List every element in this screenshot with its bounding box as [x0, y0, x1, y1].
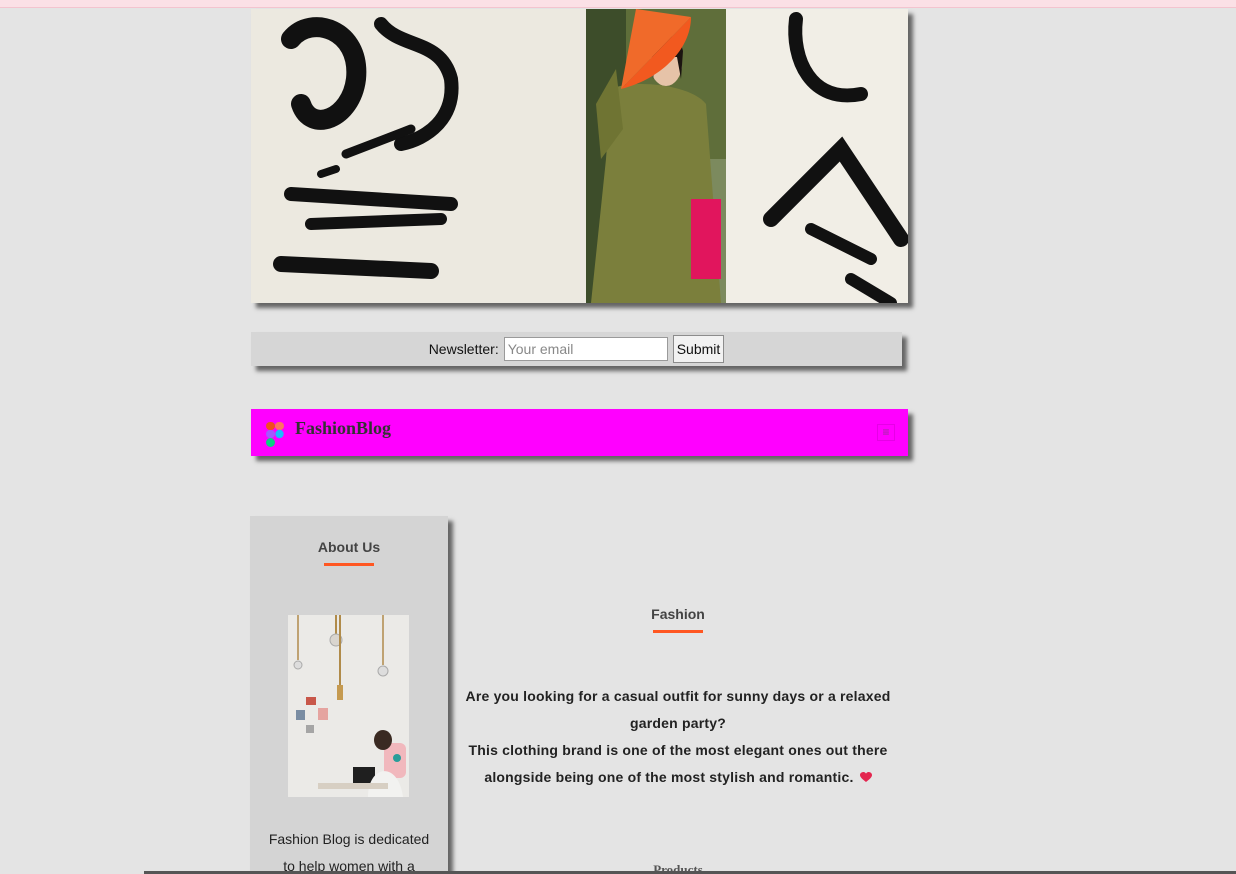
figma-logo-icon[interactable] [264, 420, 286, 450]
fashion-description: Are you looking for a casual outfit for … [455, 683, 901, 792]
submit-button[interactable]: Submit [672, 335, 725, 363]
main-content: Fashion Are you looking for a casual out… [455, 516, 901, 874]
heart-icon [859, 765, 872, 792]
about-title-underline [324, 563, 374, 566]
brand-name[interactable]: FashionBlog [295, 418, 391, 439]
about-title: About Us [317, 539, 381, 555]
browser-top-strip [0, 0, 1236, 8]
about-text: Fashion Blog is dedicated to help women … [268, 831, 430, 874]
fashion-title-underline [653, 630, 703, 633]
hero-image [251, 9, 908, 303]
about-photo [288, 615, 409, 797]
newsletter-label: Newsletter: [428, 341, 499, 357]
newsletter-bar: Newsletter: Submit [251, 332, 902, 366]
fashion-paragraph-1: Are you looking for a casual outfit for … [465, 688, 891, 731]
email-input[interactable] [503, 337, 668, 361]
navbar: FashionBlog ≡ [251, 409, 908, 456]
about-sidebar: About Us Fashion Blog is dedicated to he… [250, 516, 448, 874]
fashion-title: Fashion [651, 606, 705, 622]
hamburger-icon[interactable]: ≡ [877, 424, 895, 441]
fashion-paragraph-2: This clothing brand is one of the most e… [468, 742, 888, 785]
